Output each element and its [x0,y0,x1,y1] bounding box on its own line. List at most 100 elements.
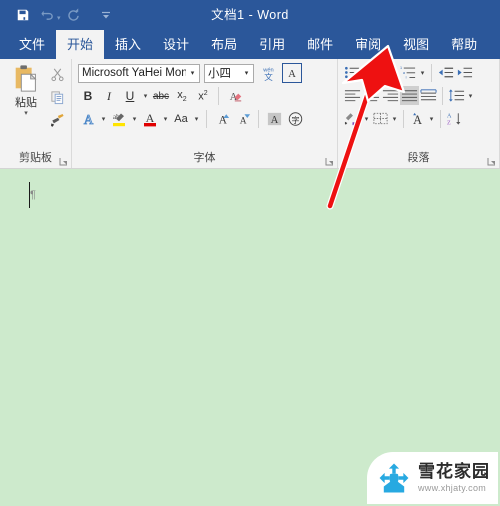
character-shading-icon[interactable]: A [264,109,284,129]
phonetic-guide-icon[interactable]: wén 文 [258,63,278,83]
svg-text:文: 文 [264,71,273,83]
change-case-icon[interactable]: Aa [171,109,191,129]
numbered-list-dropdown-icon[interactable]: ▾ [390,69,399,77]
font-name-value: Microsoft YaHei Mono [82,67,186,79]
tab-view[interactable]: 视图 [392,30,440,59]
svg-text:Z: Z [447,121,451,126]
font-size-dropdown-icon[interactable]: ▾ [240,69,253,77]
italic-button[interactable]: I [99,86,119,106]
text-effects-dropdown-icon[interactable]: ▾ [99,115,108,123]
show-marks-dropdown-icon[interactable]: ▾ [427,115,436,123]
decrease-indent-icon[interactable] [436,63,455,82]
tab-insert[interactable]: 插入 [104,30,152,59]
font-color-icon[interactable]: A [140,109,160,129]
cut-icon[interactable] [47,64,67,84]
text-highlight-color-icon[interactable]: ab [109,109,129,129]
svg-text:i: i [406,76,407,80]
paste-dropdown-icon[interactable]: ▾ [24,110,28,117]
bullet-list-dropdown-icon[interactable]: ▾ [362,69,371,77]
font-color-dropdown-icon[interactable]: ▾ [161,115,170,123]
numbered-list-icon[interactable]: 123 [371,63,390,82]
divider [440,109,441,128]
font-size-value: 小四 [208,68,231,80]
tab-home[interactable]: 开始 [56,30,105,59]
paragraph-dialog-launcher-icon[interactable] [487,157,496,166]
watermark: 雪花家园 www.xhjaty.com [367,452,498,504]
align-right-icon[interactable] [381,86,400,105]
line-spacing-dropdown-icon[interactable]: ▾ [466,92,475,100]
shading-dropdown-icon[interactable]: ▾ [362,115,371,123]
svg-text:A: A [239,117,246,127]
paragraph-group-label: 段落 [407,152,430,164]
shading-icon[interactable] [343,109,362,128]
enclose-characters-icon[interactable]: 字 [285,109,305,129]
document-title: 文档1 - Word [211,8,289,22]
borders-icon[interactable] [371,109,390,128]
watermark-url: www.xhjaty.com [418,483,487,493]
svg-text:A: A [288,69,296,80]
character-border-icon[interactable]: A [282,63,302,83]
tab-references[interactable]: 引用 [248,30,296,59]
divider [206,110,207,128]
change-case-dropdown-icon[interactable]: ▾ [192,115,201,123]
highlight-dropdown-icon[interactable]: ▾ [130,115,139,123]
borders-dropdown-icon[interactable]: ▾ [390,115,399,123]
svg-text:A: A [270,115,278,126]
line-spacing-icon[interactable] [447,86,466,105]
font-name-dropdown-icon[interactable]: ▾ [186,69,199,77]
strikethrough-button[interactable]: abc [151,86,171,106]
paste-label: 粘贴 [15,97,37,109]
format-painter-icon[interactable] [47,110,67,130]
ribbon: 粘贴 ▾ 剪贴板 Microsoft YaHei Mono ▾ 小四 ▾ wén… [0,59,500,169]
clear-formatting-icon[interactable]: A [224,86,244,106]
align-center-icon[interactable] [362,86,381,105]
multilevel-list-dropdown-icon[interactable]: ▾ [418,69,427,77]
font-size-input[interactable]: 小四 ▾ [204,63,254,83]
svg-text:3: 3 [372,75,375,80]
show-formatting-marks-icon[interactable]: A [408,109,427,128]
underline-dropdown-icon[interactable]: ▾ [141,92,150,100]
increase-indent-icon[interactable] [455,63,474,82]
ribbon-group-paragraph: ▾ 123 ▾ 1ai ▾ ▾ ▾ ▾ A ▾ A Z 段落 [338,59,500,168]
underline-button[interactable]: U [120,86,140,106]
ribbon-group-clipboard: 粘贴 ▾ 剪贴板 [0,59,72,168]
grow-font-icon[interactable]: A [212,109,232,129]
subscript-button[interactable]: x2 [172,86,192,106]
tab-layout[interactable]: 布局 [200,30,248,59]
align-left-icon[interactable] [343,86,362,105]
font-group-label: 字体 [193,152,216,164]
ribbon-tabs: 文件 开始 插入 设计 布局 引用 邮件 审阅 视图 帮助 [0,30,500,59]
tab-design[interactable]: 设计 [152,30,200,59]
tab-review[interactable]: 审阅 [344,30,392,59]
bold-button[interactable]: B [78,86,98,106]
svg-text:A: A [83,112,93,127]
justify-icon[interactable] [400,86,419,105]
tab-file[interactable]: 文件 [8,30,56,59]
paragraph-mark: ¶ [30,189,36,201]
shrink-font-icon[interactable]: A [233,109,253,129]
svg-text:字: 字 [291,115,299,125]
word-window: ▾ 文档1 - Word 文件 开始 插入 设计 布局 引用 邮件 审阅 视图 … [0,0,500,506]
tab-mailings[interactable]: 邮件 [296,30,344,59]
clipboard-dialog-launcher-icon[interactable] [59,157,68,166]
divider [442,86,443,105]
font-dialog-launcher-icon[interactable] [325,157,334,166]
tab-help[interactable]: 帮助 [440,30,488,59]
clipboard-mini-tools [47,64,67,130]
text-effects-icon[interactable]: A [78,109,98,129]
sort-icon[interactable]: AZ [445,109,464,128]
distribute-icon[interactable] [419,86,438,105]
font-name-input[interactable]: Microsoft YaHei Mono ▾ [78,63,200,83]
svg-text:A: A [447,114,452,120]
copy-icon[interactable] [47,87,67,107]
paste-button[interactable]: 粘贴 ▾ [6,63,46,117]
multilevel-list-icon[interactable]: 1ai [399,63,418,82]
ribbon-group-font: Microsoft YaHei Mono ▾ 小四 ▾ wén 文 A B I … [72,59,338,168]
superscript-button[interactable]: x2 [193,86,213,106]
bullet-list-icon[interactable] [343,63,362,82]
watermark-text: 雪花家园 www.xhjaty.com [418,463,490,493]
paste-icon [15,65,37,92]
watermark-title: 雪花家园 [418,462,490,481]
svg-text:a: a [403,71,406,75]
svg-text:1: 1 [400,66,402,70]
